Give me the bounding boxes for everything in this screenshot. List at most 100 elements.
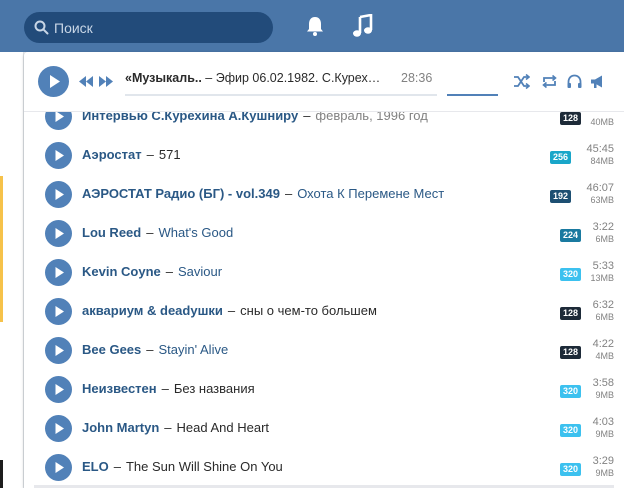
bell-icon[interactable] [304,15,326,37]
track-duration: 46:07 [586,182,614,194]
shuffle-icon[interactable] [513,73,530,90]
progress-bar[interactable] [125,94,437,96]
search-icon [34,20,49,35]
track-file-size: 9MB [595,429,614,439]
headphones-icon[interactable] [566,73,583,90]
track-title[interactable]: Head And Heart [177,420,270,435]
track-title[interactable]: The Sun Will Shine On You [126,459,283,474]
now-playing-title[interactable]: «Музыкаль.. – Эфир 06.02.1982. С.Курех… [125,71,380,85]
track-artist[interactable]: Kevin Coyne [82,264,161,279]
track-artist[interactable]: Аэростат [82,147,142,162]
track-play-button[interactable] [45,337,72,364]
track-separator: – [165,264,173,279]
broadcast-icon[interactable] [589,73,606,90]
now-playing-artist: «Музыкаль.. [125,71,202,85]
search-box[interactable]: Поиск [24,12,273,43]
track-row[interactable]: аквариум & deadушки – сны о чем-то большем… [24,290,624,329]
play-button[interactable] [38,66,69,97]
track-duration: 3:22 [592,221,614,233]
track-duration: 4:03 [592,416,614,428]
track-file-size: 13MB [590,273,614,283]
track-separator: – [284,186,293,201]
track-row[interactable]: АЭРОСТАТ Радио (БГ) - vol.349– Охота К Пе… [24,173,624,212]
track-artist[interactable]: АЭРОСТАТ Радио (БГ) - vol.349 [82,186,280,201]
track-title[interactable]: What's Good [158,225,233,240]
track-row[interactable]: Lou Reed – What's Good 224 3:22 6MB [24,212,624,251]
now-playing-time[interactable]: 28:36 [401,71,432,85]
track-play-button[interactable] [45,415,72,442]
track-play-button[interactable] [45,220,72,247]
track-artist[interactable]: Неизвестен [82,381,157,396]
track-separator: – [146,147,154,162]
track-file-size: 9MB [595,468,614,478]
play-icon [55,345,64,356]
audio-player: «Музыкаль.. – Эфир 06.02.1982. С.Курех… … [24,52,624,112]
track-duration: 3:29 [592,455,614,467]
play-icon [55,150,64,161]
track-play-button[interactable] [45,259,72,286]
track-row[interactable]: John Martyn – Head And Heart 320 4:03 9MB [24,407,624,446]
track-title[interactable]: Без названия [174,381,255,396]
top-bar: Поиск [0,0,624,52]
track-file-size: 63MB [590,195,614,205]
track-artist[interactable]: аквариум & deadушки [82,303,223,318]
track-row[interactable]: Аэростат –571 256 45:45 84MB [24,134,624,173]
track-title[interactable]: сны о чем-то большем [240,303,377,318]
track-duration: 3:58 [592,377,614,389]
bitrate-badge: 128 [559,307,581,320]
track-artist[interactable]: Lou Reed [82,225,141,240]
track-row[interactable]: Kevin Coyne – Saviour 320 5:33 13MB [24,251,624,290]
play-icon [55,228,64,239]
track-separator: – [164,420,172,435]
track-text: Аэростат –571 [82,147,181,162]
track-title[interactable]: Stayin' Alive [159,342,229,357]
track-file-size: 6MB [595,312,614,322]
bitrate-badge: 128 [559,346,581,359]
bitrate-badge: 320 [559,424,581,437]
track-duration: 5:33 [592,260,614,272]
search-input[interactable]: Поиск [54,20,93,36]
volume-slider[interactable] [447,94,498,96]
track-play-button[interactable] [45,454,72,481]
track-title[interactable]: 571 [159,147,181,162]
track-title[interactable]: Saviour [178,264,222,279]
prev-icon[interactable] [79,76,93,87]
track-duration: 4:22 [592,338,614,350]
track-separator: – [161,381,169,396]
track-text: Kevin Coyne – Saviour [82,264,222,279]
track-row[interactable]: ELO – The Sun Will Shine On You 320 3:29 9MB [24,446,624,485]
bitrate-badge: 256 [549,151,571,164]
track-title[interactable]: Охота К Перемене Мест [297,186,444,201]
audio-panel: Интервью С.Курехина А.Кушниру – февраль, 1… [24,52,624,488]
bitrate-badge: 320 [559,268,581,281]
next-icon[interactable] [99,76,113,87]
track-text: Lou Reed – What's Good [82,225,233,240]
track-play-button[interactable] [45,298,72,325]
track-text: аквариум & deadушки – сны о чем-то большем [82,303,377,318]
repeat-icon[interactable] [541,73,558,90]
track-file-size: 84MB [590,156,614,166]
music-note-icon[interactable] [352,14,374,38]
track-separator: – [146,342,154,357]
track-file-size: 6MB [595,234,614,244]
track-play-button[interactable] [45,376,72,403]
play-icon [50,75,60,88]
play-icon [55,384,64,395]
track-artist[interactable]: ELO [82,459,109,474]
track-artist[interactable]: John Martyn [82,420,159,435]
track-row[interactable]: Bee Gees – Stayin' Alive 128 4:22 4MB [24,329,624,368]
play-icon [55,189,64,200]
left-edge-marker [0,176,3,322]
track-text: Bee Gees – Stayin' Alive [82,342,228,357]
track-file-size: 4MB [595,351,614,361]
track-play-button[interactable] [45,142,72,169]
now-playing-track: Эфир 06.02.1982. С.Курех… [215,71,381,85]
track-play-button[interactable] [45,181,72,208]
track-separator: – [227,303,236,318]
track-row[interactable]: Неизвестен – Без названия 320 3:58 9MB [24,368,624,407]
track-separator: – [113,459,121,474]
track-duration: 45:45 [586,143,614,155]
track-artist[interactable]: Bee Gees [82,342,141,357]
play-icon [55,306,64,317]
track-file-size: 9MB [595,390,614,400]
